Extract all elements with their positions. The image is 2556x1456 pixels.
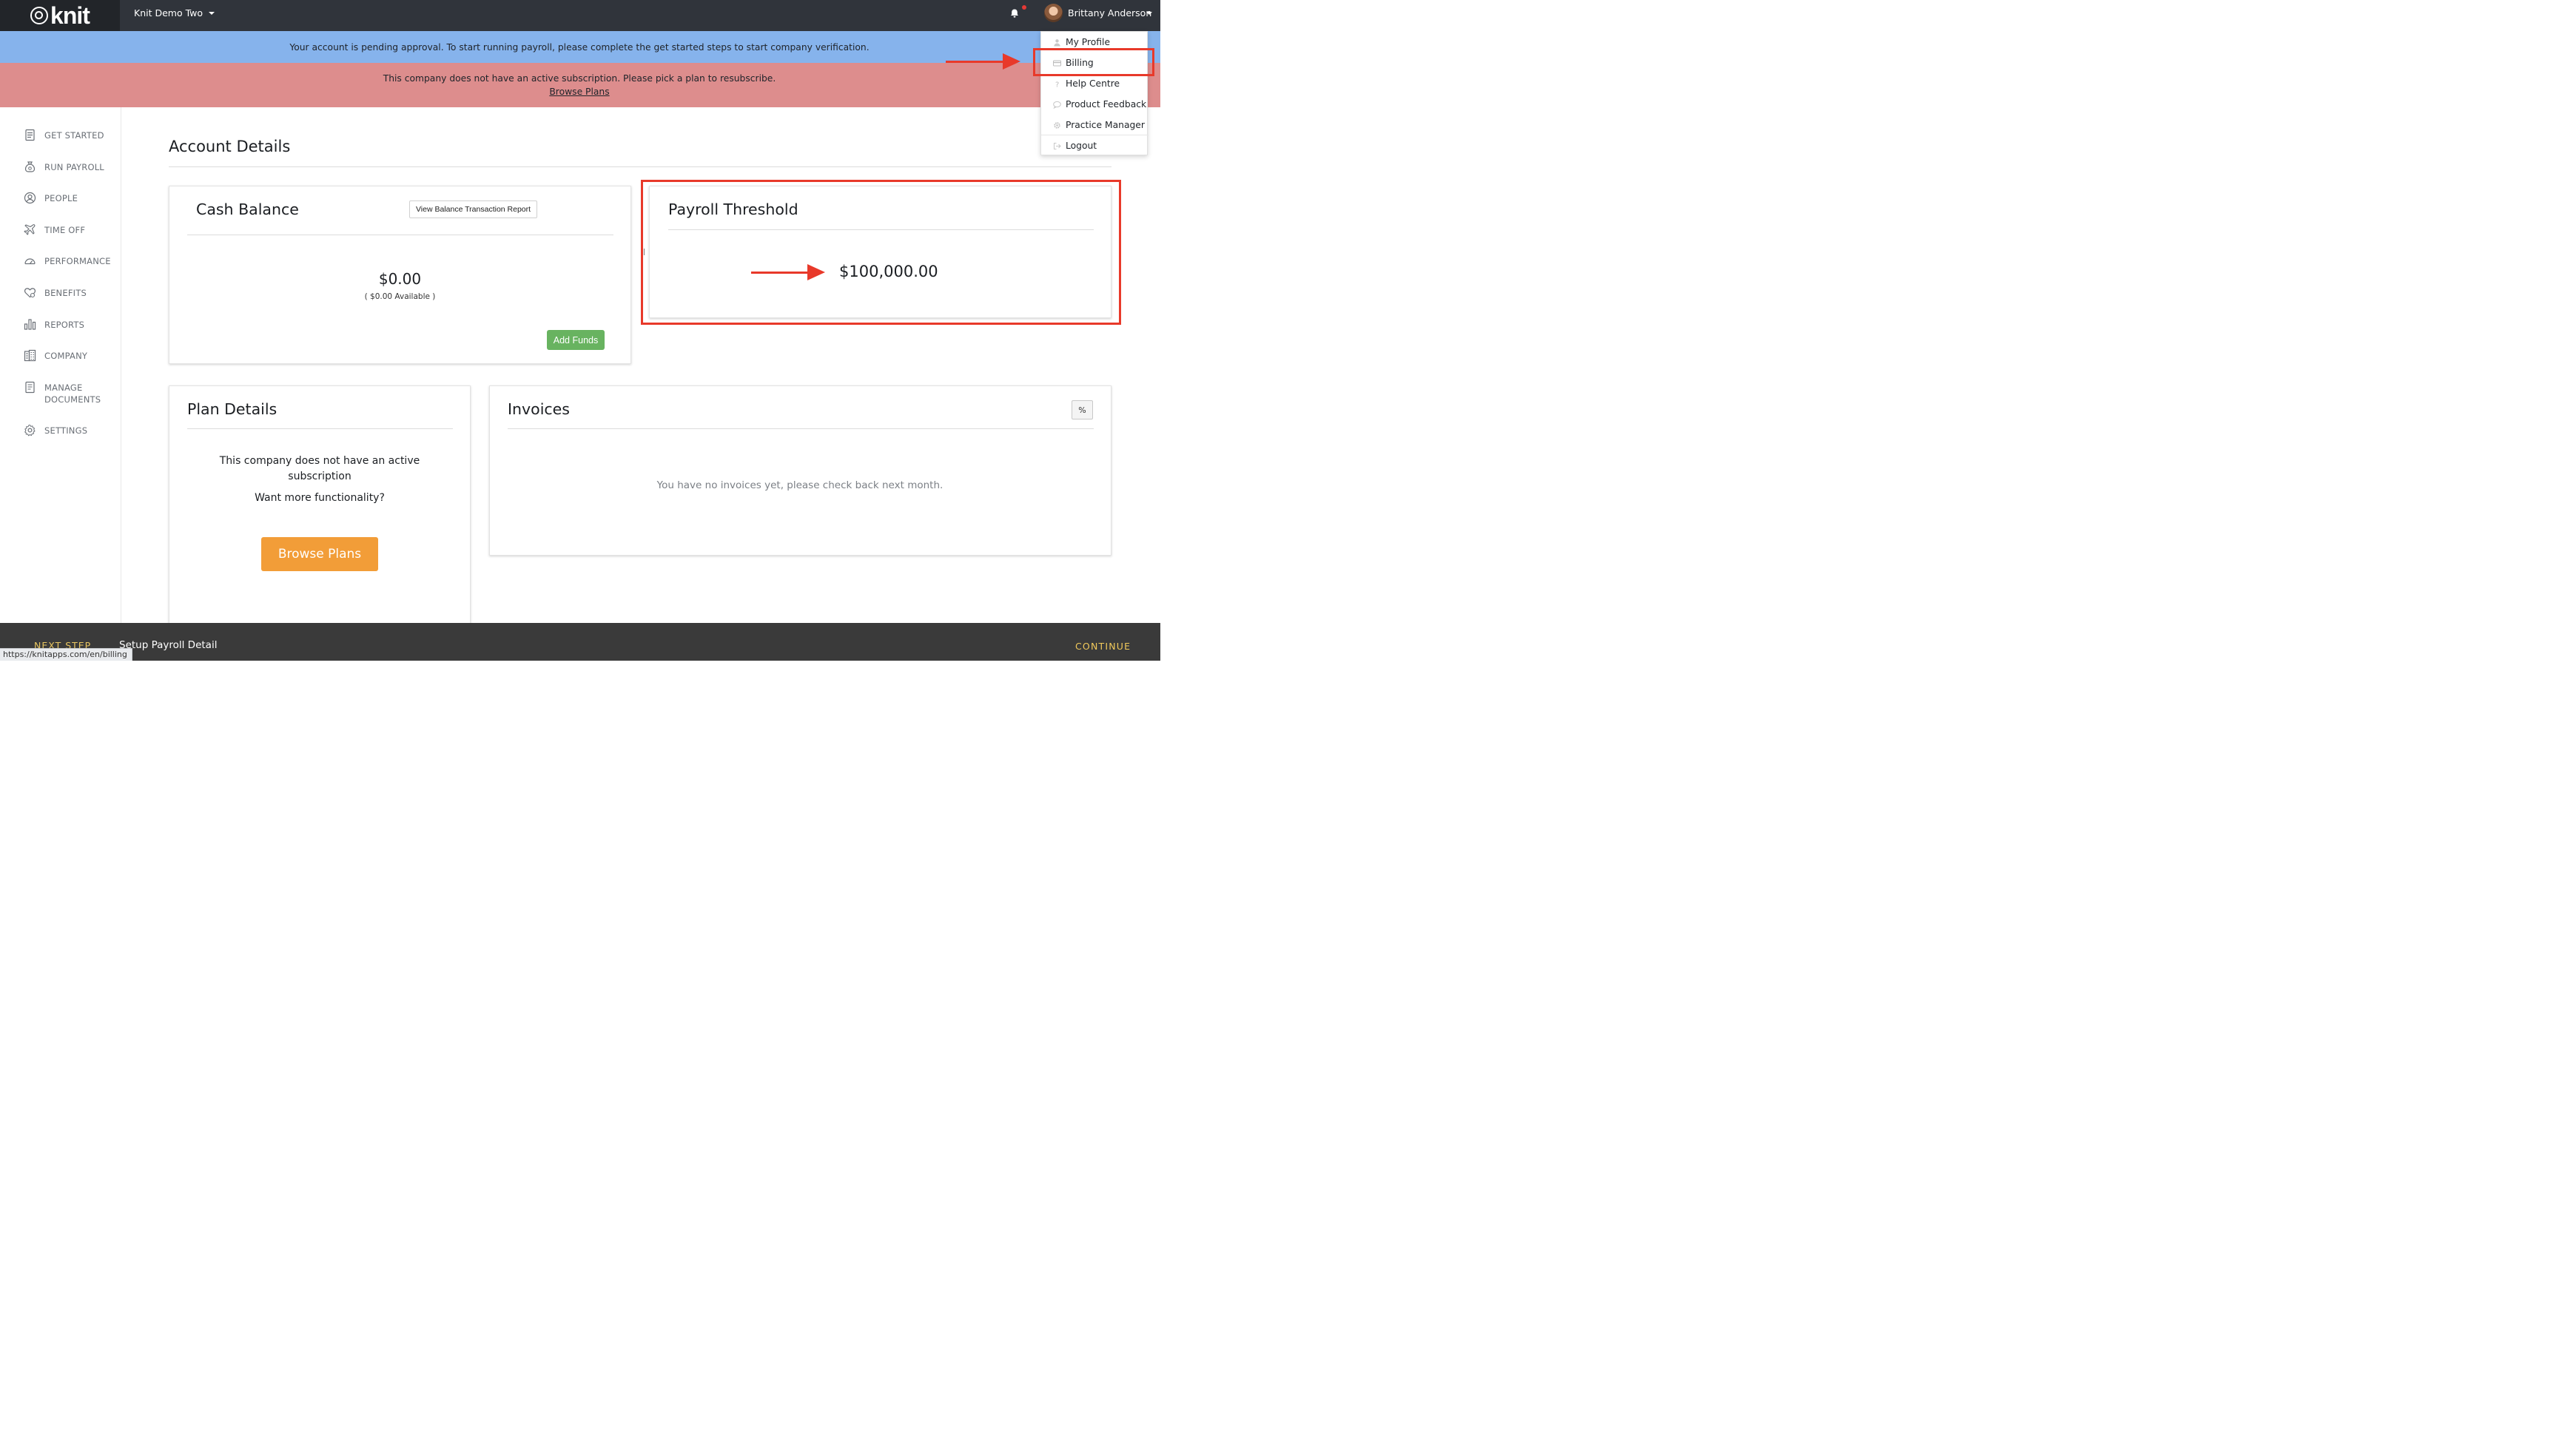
company-name: Knit Demo Two xyxy=(133,7,204,18)
sidebar-item-performance[interactable]: PERFORMANCE xyxy=(24,255,111,267)
sidebar-item-label: PERFORMANCE xyxy=(44,255,111,266)
add-funds-button[interactable]: Add Funds xyxy=(546,329,605,350)
sidebar-item-benefits[interactable]: BENEFITS xyxy=(24,287,87,299)
percent-icon: % xyxy=(1078,405,1086,415)
bar-chart-icon xyxy=(24,319,36,330)
chat-bubble-icon xyxy=(1053,101,1061,109)
menu-item-help-centre[interactable]: ? Help Centre xyxy=(1041,74,1148,93)
sidebar-item-label: RUN PAYROLL xyxy=(44,161,104,172)
menu-item-logout[interactable]: Logout xyxy=(1041,136,1148,155)
sidebar-item-label-line2: DOCUMENTS xyxy=(44,394,101,405)
invoice-filter-button[interactable]: % xyxy=(1071,400,1093,419)
subscription-text: This company does not have an active sub… xyxy=(383,73,776,84)
menu-item-label: My Profile xyxy=(1065,36,1111,47)
airplane-icon xyxy=(24,224,36,235)
plan-details-title: Plan Details xyxy=(186,400,278,418)
top-bar: knit Knit Demo Two Brittany Anderson xyxy=(0,0,1160,31)
next-step-bar: NEXT STEP Setup Payroll Detail CONTINUE xyxy=(0,622,1160,661)
chevron-down-icon xyxy=(209,11,215,15)
sidebar-item-label: MANAGE DOCUMENTS xyxy=(44,382,101,405)
sidebar-item-label: TIME OFF xyxy=(44,224,86,235)
next-step-title: Setup Payroll Detail xyxy=(118,638,218,651)
page-title: Account Details xyxy=(168,137,291,155)
menu-item-label: Practice Manager xyxy=(1065,119,1145,130)
sidebar-item-run-payroll[interactable]: RUN PAYROLL xyxy=(24,161,104,173)
threshold-arrow-shaft xyxy=(750,271,809,274)
checklist-icon xyxy=(25,129,35,141)
company-switcher[interactable]: Knit Demo Two xyxy=(134,7,215,18)
menu-item-label: Help Centre xyxy=(1065,78,1120,89)
plan-details-card: Plan Details xyxy=(168,385,471,637)
bell-icon[interactable] xyxy=(1009,8,1020,18)
sidebar-item-reports[interactable]: REPORTS xyxy=(24,319,84,331)
sidebar-item-label: REPORTS xyxy=(44,319,85,330)
invoices-empty-text: You have no invoices yet, please check b… xyxy=(656,479,944,491)
screen: knit Knit Demo Two Brittany Anderson You… xyxy=(0,0,1160,661)
divider xyxy=(507,428,1094,429)
avatar[interactable] xyxy=(1043,3,1063,22)
threshold-highlight-box xyxy=(640,179,1121,325)
money-bag-icon xyxy=(24,161,36,172)
person-icon xyxy=(24,192,36,204)
gear-icon xyxy=(24,424,36,437)
plan-line-2: subscription xyxy=(288,470,352,482)
plan-line-3: Want more functionality? xyxy=(255,491,385,504)
sidebar-item-manage-documents[interactable]: MANAGE DOCUMENTS xyxy=(24,381,101,405)
sidebar-item-settings[interactable]: SETTINGS xyxy=(24,424,88,437)
menu-item-practice-manager[interactable]: Practice Manager xyxy=(1041,115,1148,135)
cash-balance-card: Cash Balance View Balance Transaction Re… xyxy=(168,185,631,364)
subscription-banner: This company does not have an active sub… xyxy=(0,62,1160,107)
billing-highlight-box xyxy=(1032,47,1154,76)
arrow-right-icon xyxy=(807,263,825,280)
knit-logo-icon xyxy=(30,6,49,24)
user-icon xyxy=(1054,38,1060,46)
sign-out-icon xyxy=(1053,142,1061,149)
divider xyxy=(168,166,1111,167)
notification-dot xyxy=(1021,4,1026,10)
building-icon xyxy=(24,349,36,362)
knit-logo[interactable]: knit xyxy=(0,0,120,31)
sidebar-item-label-line1: MANAGE xyxy=(44,382,83,393)
cash-balance-title: Cash Balance xyxy=(195,200,299,218)
chevron-down-icon[interactable] xyxy=(1146,11,1152,15)
app-root: knit Knit Demo Two Brittany Anderson You… xyxy=(0,0,1160,661)
sidebar-item-label: PEOPLE xyxy=(44,192,78,203)
status-bar-url: https://knitapps.com/en/billing xyxy=(0,647,132,661)
document-icon xyxy=(25,381,35,394)
browse-plans-button[interactable]: Browse Plans xyxy=(260,536,378,571)
continue-button[interactable]: CONTINUE xyxy=(1075,641,1131,652)
sidebar-item-label: SETTINGS xyxy=(44,425,88,436)
plan-line-1: This company does not have an active xyxy=(219,454,420,467)
user-name[interactable]: Brittany Anderson xyxy=(1068,7,1151,18)
sidebar-item-time-off[interactable]: TIME OFF xyxy=(24,224,85,236)
invoices-title: Invoices xyxy=(507,400,570,418)
invoices-card: Invoices xyxy=(488,385,1111,556)
pending-approval-banner: Your account is pending approval. To sta… xyxy=(0,30,1160,63)
sidebar-item-label: COMPANY xyxy=(44,350,88,361)
view-balance-report-button[interactable]: View Balance Transaction Report xyxy=(408,200,538,218)
question-icon: ? xyxy=(1055,81,1059,87)
menu-item-label: Product Feedback xyxy=(1065,98,1147,109)
sidebar-item-company[interactable]: COMPANY xyxy=(24,349,88,362)
sidebar-item-label: BENEFITS xyxy=(44,287,87,298)
divider xyxy=(186,428,453,429)
arrow-right-icon xyxy=(1002,53,1020,70)
sidebar-item-people[interactable]: PEOPLE xyxy=(24,192,78,204)
logo-text: knit xyxy=(50,1,90,29)
gauge-icon xyxy=(24,258,36,265)
heart-icon xyxy=(24,288,36,298)
svg-text:?: ? xyxy=(1055,81,1059,87)
sidebar-item-get-started[interactable]: GET STARTED xyxy=(24,129,104,141)
browse-plans-link[interactable]: Browse Plans xyxy=(0,87,1159,97)
pending-approval-text: Your account is pending approval. To sta… xyxy=(289,41,870,53)
gear-icon xyxy=(1054,121,1060,129)
sidebar-item-label: GET STARTED xyxy=(44,129,104,141)
cash-balance-amount: $0.00 xyxy=(378,269,422,288)
menu-item-label: Logout xyxy=(1065,140,1097,151)
sidebar: GET STARTED RUN PAYROLL PEOPLE TIME OFF … xyxy=(0,107,121,625)
menu-item-product-feedback[interactable]: Product Feedback xyxy=(1041,95,1148,114)
billing-arrow-shaft xyxy=(945,60,1005,63)
cash-available-text: ( $0.00 Available ) xyxy=(364,291,436,301)
